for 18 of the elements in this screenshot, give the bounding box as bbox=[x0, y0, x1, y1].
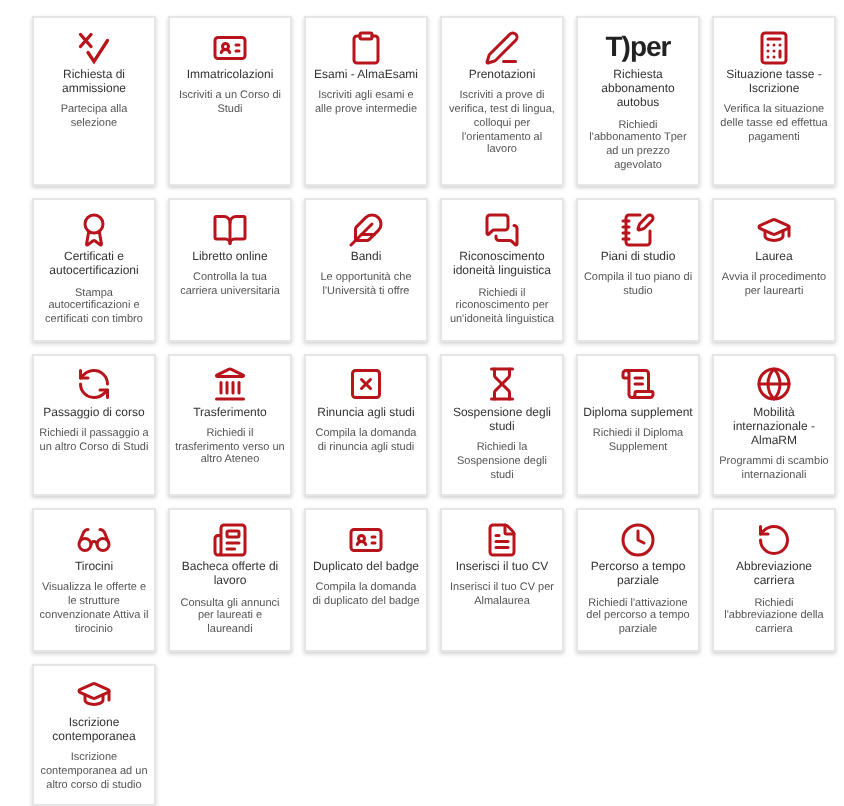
hourglass-icon bbox=[484, 366, 520, 403]
pen-icon bbox=[484, 29, 520, 65]
newspaper-icon bbox=[212, 521, 248, 558]
x-check-icon bbox=[76, 29, 112, 65]
book-icon bbox=[212, 211, 248, 248]
document-icon bbox=[484, 521, 520, 558]
clipboard-icon bbox=[348, 29, 384, 65]
refresh-icon bbox=[76, 366, 112, 403]
tper-logo: T)per bbox=[605, 30, 671, 64]
building-icon bbox=[212, 366, 248, 403]
globe-icon bbox=[756, 366, 792, 403]
notebook-pen-icon bbox=[620, 211, 656, 248]
scroll-icon bbox=[620, 366, 656, 403]
speech-bubbles-icon bbox=[484, 211, 520, 248]
feather-icon bbox=[348, 211, 384, 248]
clock-icon bbox=[620, 521, 656, 558]
x-square-icon bbox=[348, 366, 384, 403]
rotate-icon bbox=[756, 521, 792, 558]
